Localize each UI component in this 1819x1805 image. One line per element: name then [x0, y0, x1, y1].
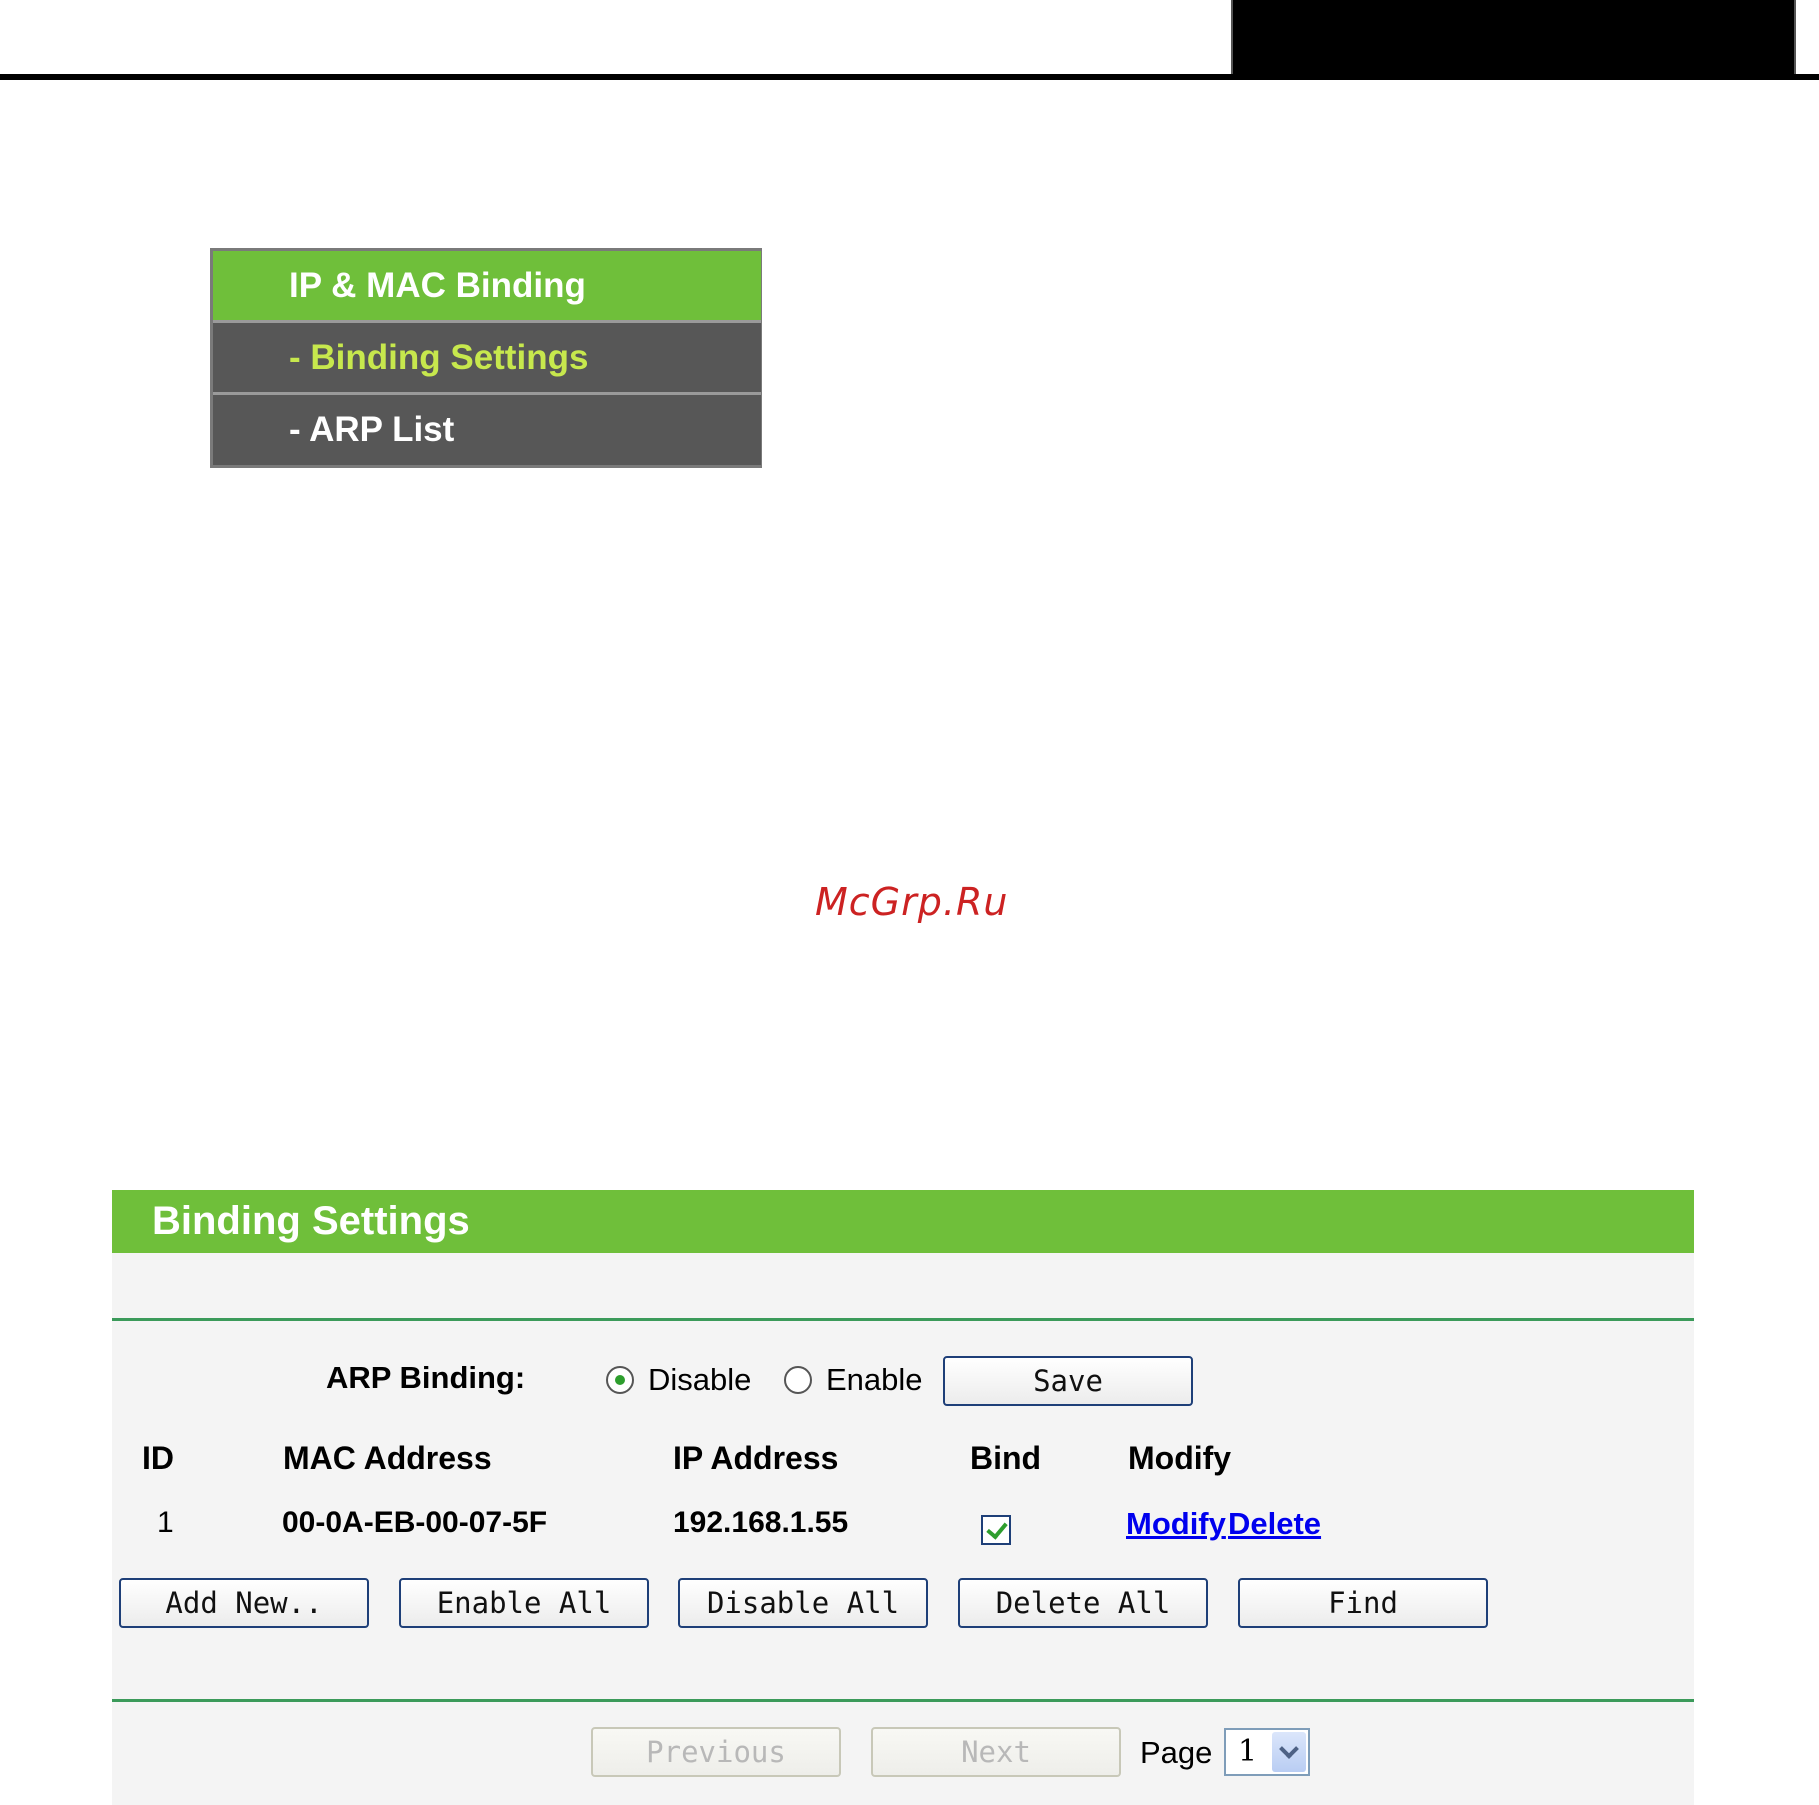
menu-item-label: - ARP List — [289, 410, 455, 449]
sidebar-menu: IP & MAC Binding - Binding Settings - AR… — [210, 248, 762, 468]
radio-enable-option[interactable]: Enable — [784, 1362, 923, 1398]
header-mac-address: MAC Address — [283, 1440, 492, 1476]
header-rule — [0, 74, 1819, 80]
divider-bottom — [112, 1699, 1694, 1702]
radio-disable-option[interactable]: Disable — [606, 1362, 751, 1398]
header-id: ID — [142, 1440, 174, 1476]
add-new-button[interactable]: Add New.. — [119, 1578, 369, 1628]
radio-enable-label: Enable — [826, 1362, 923, 1397]
bind-checkbox[interactable] — [981, 1515, 1011, 1545]
header-modify: Modify — [1128, 1440, 1232, 1476]
header-edge-left — [1231, 0, 1233, 78]
menu-header-label: IP & MAC Binding — [289, 265, 586, 305]
previous-button[interactable]: Previous — [591, 1727, 841, 1777]
divider-top — [112, 1318, 1694, 1321]
menu-item-binding-settings[interactable]: - Binding Settings — [213, 323, 761, 395]
header-bind: Bind — [970, 1440, 1042, 1476]
delete-link[interactable]: Delete — [1228, 1506, 1321, 1542]
panel-title: Binding Settings — [112, 1190, 1694, 1253]
page-label: Page — [1140, 1735, 1213, 1770]
delete-all-button[interactable]: Delete All — [958, 1578, 1208, 1628]
cell-ip: 192.168.1.55 — [673, 1506, 849, 1539]
radio-disable[interactable] — [606, 1366, 634, 1394]
chevron-down-icon[interactable] — [1272, 1732, 1306, 1772]
header-black-block — [1231, 0, 1796, 78]
modify-link[interactable]: Modify — [1126, 1506, 1226, 1542]
binding-settings-panel: Binding Settings ARP Binding: Disable En… — [112, 1190, 1694, 1805]
arp-binding-label: ARP Binding: — [326, 1360, 526, 1395]
enable-all-button[interactable]: Enable All — [399, 1578, 649, 1628]
next-button[interactable]: Next — [871, 1727, 1121, 1777]
save-button[interactable]: Save — [943, 1356, 1193, 1406]
header-edge-right — [1794, 0, 1796, 78]
menu-item-arp-list[interactable]: - ARP List — [213, 395, 761, 465]
radio-enable[interactable] — [784, 1366, 812, 1394]
menu-item-label: - Binding Settings — [289, 337, 589, 377]
page-select[interactable]: 1 — [1224, 1728, 1310, 1776]
watermark: McGrp.Ru — [815, 880, 1009, 924]
find-button[interactable]: Find — [1238, 1578, 1488, 1628]
header-ip-address: IP Address — [673, 1440, 839, 1476]
cell-id: 1 — [157, 1506, 174, 1539]
menu-header-ip-mac-binding[interactable]: IP & MAC Binding — [213, 251, 761, 323]
disable-all-button[interactable]: Disable All — [678, 1578, 928, 1628]
page-select-value: 1 — [1238, 1734, 1258, 1769]
radio-disable-label: Disable — [648, 1362, 752, 1397]
cell-mac: 00-0A-EB-00-07-5F — [282, 1506, 548, 1539]
